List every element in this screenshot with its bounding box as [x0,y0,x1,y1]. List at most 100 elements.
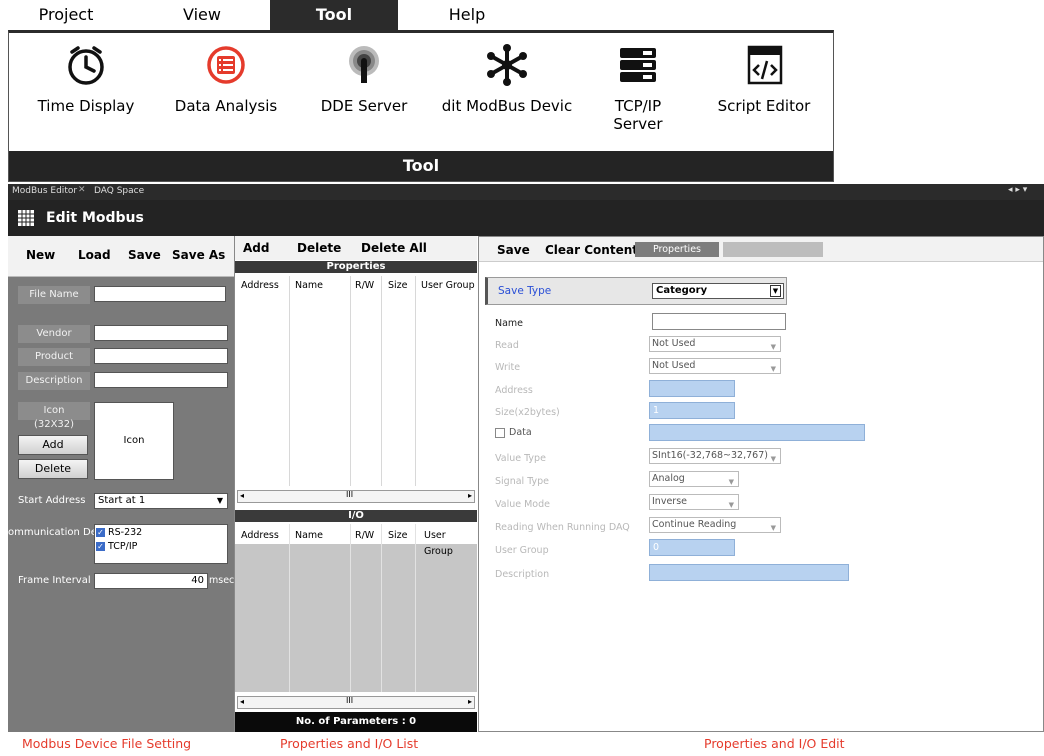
script-editor-label: Script Editor [717,97,811,115]
modbus-network-icon [487,44,527,86]
address-input[interactable] [649,380,735,397]
description-input[interactable] [94,372,228,388]
edit-modbus-device-label: dit ModBus Devic [441,97,573,115]
data-label: Data [509,427,532,438]
write-value: Not Used [652,360,696,371]
delete-icon-button[interactable]: Delete [18,459,88,479]
size-input[interactable]: 1 [649,402,735,419]
description-edit-input[interactable] [649,564,849,581]
column-divider [381,276,382,486]
icon-size-label: (32X32) [33,419,75,430]
tcp-ip-server-button[interactable]: TCP/IP Server [583,43,693,133]
menu-project[interactable]: Project [14,0,118,30]
frame-interval-input[interactable]: 40 [94,573,208,589]
io-column-header-name[interactable]: Name [295,528,323,544]
save-properties-button[interactable]: Save [497,243,530,257]
start-address-select[interactable]: Start at 1 ▼ [94,493,228,509]
column-header-size[interactable]: Size [388,278,408,294]
dropdown-arrow-icon[interactable]: ▼ [771,452,776,466]
vendor-input[interactable] [94,325,228,341]
checkbox-checked-icon[interactable]: ✓ [96,528,105,537]
time-display-button[interactable]: Time Display [21,43,151,115]
column-divider [289,524,290,692]
save-type-select[interactable]: Category ▼ [652,283,784,299]
parameter-count: No. of Parameters : 0 [235,712,477,732]
dropdown-arrow-icon[interactable]: ▼ [729,475,734,489]
product-label: Product [18,348,90,366]
delete-button[interactable]: Delete [297,241,341,255]
value-type-select[interactable]: SInt16(-32,768~32,767) ▼ [649,448,781,464]
caption-file-setting: Modbus Device File Setting [22,736,192,751]
edit-modbus-device-button[interactable]: dit ModBus Devic [437,43,577,115]
product-input[interactable] [94,348,228,364]
value-mode-select[interactable]: Inverse ▼ [649,494,739,510]
save-as-button[interactable]: Save As [172,248,225,262]
menu-help[interactable]: Help [415,0,519,30]
tab-properties[interactable]: Properties [635,242,719,257]
load-button[interactable]: Load [78,248,111,262]
add-icon-button[interactable]: Add [18,435,88,455]
rs232-option[interactable]: ✓ RS-232 [96,527,142,538]
column-header-name[interactable]: Name [295,278,323,294]
scroll-right-arrow-icon[interactable]: ▸ [468,491,472,500]
reading-when-running-select[interactable]: Continue Reading ▼ [649,517,781,533]
read-select[interactable]: Not Used ▼ [649,336,781,352]
properties-horizontal-scrollbar[interactable]: ◂ III ▸ [237,490,475,503]
write-select[interactable]: Not Used ▼ [649,358,781,374]
io-column-header-size[interactable]: Size [388,528,408,544]
name-input[interactable] [652,313,786,330]
column-header-rw[interactable]: R/W [355,278,374,294]
save-button[interactable]: Save [128,248,161,262]
checkbox-checked-icon[interactable]: ✓ [96,542,105,551]
scroll-grip[interactable]: III [346,696,353,705]
new-button[interactable]: New [26,248,55,262]
description-label: Description [18,372,90,390]
scroll-right-arrow-icon[interactable]: ▸ [468,697,472,706]
column-header-address[interactable]: Address [241,278,279,294]
dde-server-button[interactable]: DDE Server [299,43,429,115]
dropdown-arrow-icon[interactable]: ▼ [771,340,776,354]
delete-all-button[interactable]: Delete All [361,241,427,255]
scroll-left-arrow-icon[interactable]: ◂ [240,491,244,500]
data-checkbox[interactable] [495,428,505,438]
data-analysis-button[interactable]: Data Analysis [161,43,291,115]
menu-view[interactable]: View [150,0,254,30]
start-address-value: Start at 1 [98,495,146,506]
save-type-label: Save Type [498,285,552,297]
clock-icon [68,46,104,85]
tab-nav-arrows-icon[interactable]: ◂ ▸ ▾ [1008,185,1027,195]
io-column-header-user-group[interactable]: User Group [424,528,477,557]
scroll-left-arrow-icon[interactable]: ◂ [240,697,244,706]
dropdown-arrow-icon[interactable]: ▼ [771,362,776,376]
dropdown-arrow-icon[interactable]: ▼ [771,521,776,535]
scroll-grip[interactable]: III [346,490,353,499]
io-column-header-rw[interactable]: R/W [355,528,374,544]
file-name-input[interactable] [94,286,226,302]
tab-close-icon[interactable]: ✕ [78,185,86,195]
data-input[interactable] [649,424,865,441]
dropdown-arrow-icon[interactable]: ▼ [770,285,781,297]
io-column-header-address[interactable]: Address [241,528,279,544]
page-title: Edit Modbus [46,210,144,226]
user-group-input[interactable]: 0 [649,539,735,556]
menu-tool[interactable]: Tool [270,0,398,30]
tab-daq-space[interactable]: DAQ Space [94,186,144,196]
write-label: Write [495,362,521,373]
add-button[interactable]: Add [243,241,269,255]
read-value: Not Used [652,338,696,349]
tab-empty[interactable] [723,242,823,257]
data-list-icon [207,46,245,84]
vendor-label: Vendor [18,325,90,343]
name-label: Name [495,318,524,329]
io-horizontal-scrollbar[interactable]: ◂ III ▸ [237,696,475,709]
value-mode-label: Value Mode [495,499,550,510]
tab-modbus-editor[interactable]: ModBus Editor [12,186,77,196]
column-header-user-group[interactable]: User Group [421,278,475,294]
script-editor-button[interactable]: Script Editor [699,43,829,115]
icon-preview[interactable]: Icon [94,402,174,480]
dropdown-arrow-icon[interactable]: ▼ [729,498,734,512]
middle-toolbar: Add Delete Delete All [235,236,477,260]
signal-type-select[interactable]: Analog ▼ [649,471,739,487]
tcpip-option[interactable]: ✓ TCP/IP [96,541,137,552]
clear-contents-button[interactable]: Clear Contents [545,243,645,257]
